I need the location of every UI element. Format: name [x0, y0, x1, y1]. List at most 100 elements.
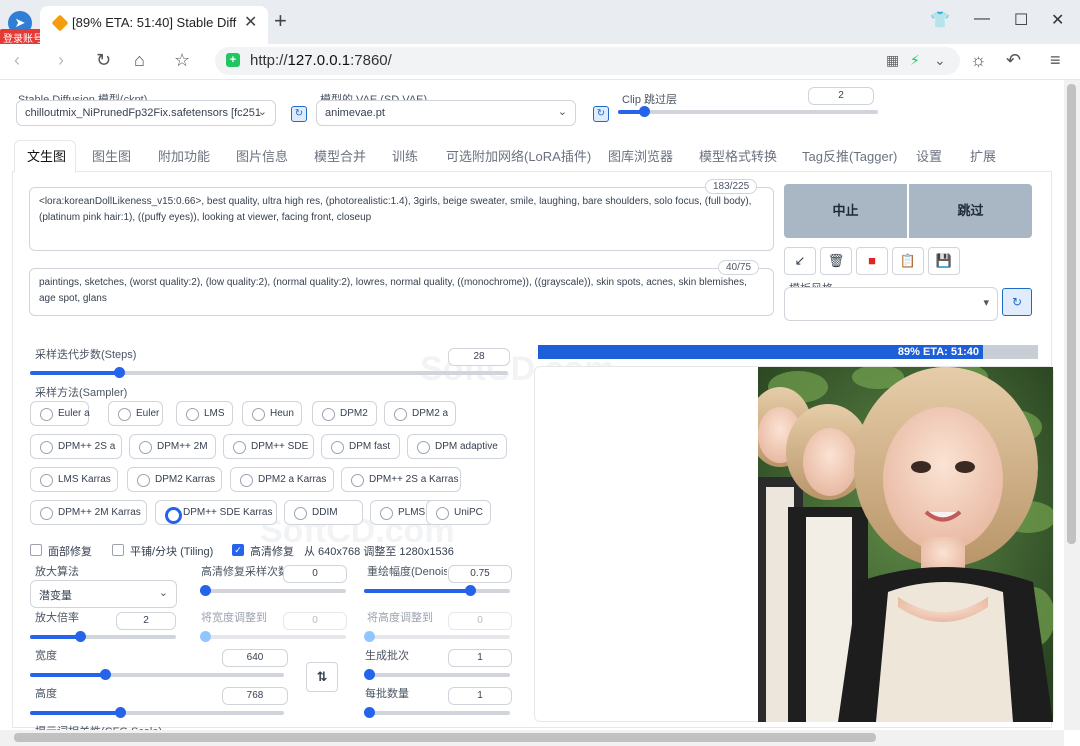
undo-icon[interactable]: ↶: [1006, 50, 1021, 71]
slider-thumb[interactable]: [639, 106, 650, 117]
shirt-icon[interactable]: 👕: [930, 10, 950, 30]
vae-select[interactable]: animevae.pt ⌄: [316, 100, 576, 126]
upscaler-select[interactable]: 潜变量 ⌄: [30, 580, 177, 608]
sampler-option[interactable]: LMS: [176, 401, 233, 426]
tab-img2img[interactable]: 图生图: [92, 146, 131, 165]
tab-extensions[interactable]: 扩展: [970, 146, 996, 165]
lightning-icon[interactable]: ⚡: [910, 52, 920, 69]
batch-count-input[interactable]: 1: [448, 649, 512, 667]
sampler-option[interactable]: Heun: [242, 401, 302, 426]
denoise-slider[interactable]: [364, 585, 510, 596]
styles-select[interactable]: ▾: [784, 287, 998, 321]
save-style-icon[interactable]: 💾: [928, 247, 960, 275]
secure-shield-icon[interactable]: +: [226, 53, 240, 67]
sampler-option[interactable]: DPM++ 2M Karras: [30, 500, 147, 525]
hires-steps-input[interactable]: 0: [283, 565, 347, 583]
hires-steps-slider[interactable]: [200, 585, 346, 596]
skip-button[interactable]: 跳过: [909, 184, 1032, 238]
menu-icon[interactable]: ≡: [1050, 50, 1061, 71]
upscale-by-input[interactable]: 2: [116, 612, 176, 630]
url-text[interactable]: http://127.0.0.1:7860/: [250, 52, 392, 69]
sampler-option[interactable]: Euler a: [30, 401, 90, 426]
refresh-vae-icon[interactable]: ↻: [593, 106, 609, 122]
sampler-option[interactable]: DPM++ 2M: [129, 434, 216, 459]
width-slider[interactable]: [30, 669, 284, 680]
face-restore-checkbox[interactable]: [30, 544, 42, 556]
minimize-icon[interactable]: —: [974, 10, 990, 28]
slider-thumb[interactable]: [364, 631, 375, 642]
close-window-icon[interactable]: ✕: [1051, 10, 1064, 30]
slider-thumb[interactable]: [364, 669, 375, 680]
vertical-scroll-thumb[interactable]: [1067, 84, 1076, 544]
refresh-ckpt-icon[interactable]: ↻: [291, 106, 307, 122]
trash-icon[interactable]: 🗑: [820, 247, 852, 275]
height-input[interactable]: 768: [222, 687, 288, 705]
batch-count-slider[interactable]: [364, 669, 510, 680]
hires-fix-checkbox[interactable]: ✓: [232, 544, 244, 556]
width-input[interactable]: 640: [222, 649, 288, 667]
batch-size-input[interactable]: 1: [448, 687, 512, 705]
sampler-option[interactable]: DPM++ SDE Karras: [155, 500, 277, 525]
denoise-input[interactable]: 0.75: [448, 565, 512, 583]
bookmark-star-icon[interactable]: ☆: [174, 50, 190, 71]
sampler-option[interactable]: LMS Karras: [30, 467, 118, 492]
home-icon[interactable]: ⌂: [134, 50, 145, 71]
resize-width-input[interactable]: 0: [283, 612, 347, 630]
slider-thumb[interactable]: [100, 669, 111, 680]
tab-extras[interactable]: 附加功能: [158, 146, 210, 165]
positive-prompt-textarea[interactable]: <lora:koreanDollLikeness_v15:0.66>, best…: [29, 187, 774, 251]
reload-icon[interactable]: ↻: [96, 50, 111, 71]
refresh-styles-icon[interactable]: ↻: [1002, 288, 1032, 316]
batch-size-slider[interactable]: [364, 707, 510, 718]
slider-thumb[interactable]: [114, 367, 125, 378]
slider-thumb[interactable]: [200, 585, 211, 596]
clip-skip-input[interactable]: 2: [808, 87, 874, 105]
resize-height-input[interactable]: 0: [448, 612, 512, 630]
steps-input[interactable]: 28: [448, 348, 510, 366]
clip-skip-slider[interactable]: [618, 106, 878, 117]
sampler-option[interactable]: DPM fast: [321, 434, 400, 459]
sampler-option[interactable]: DPM2 a Karras: [230, 467, 334, 492]
extra-networks-icon[interactable]: ■: [856, 247, 888, 275]
back-icon[interactable]: ‹: [14, 50, 20, 71]
sampler-option[interactable]: DPM++ 2S a Karras: [341, 467, 461, 492]
sampler-option[interactable]: DPM adaptive: [407, 434, 507, 459]
sampler-option[interactable]: DPM2 Karras: [127, 467, 222, 492]
slider-thumb[interactable]: [465, 585, 476, 596]
sampler-option[interactable]: Euler: [108, 401, 163, 426]
forward-icon[interactable]: ›: [58, 50, 64, 71]
negative-prompt-textarea[interactable]: paintings, sketches, (worst quality:2), …: [29, 268, 774, 316]
steps-slider[interactable]: [30, 367, 508, 378]
slider-thumb[interactable]: [200, 631, 211, 642]
resize-width-slider[interactable]: [200, 631, 346, 642]
tab-train[interactable]: 训练: [392, 146, 418, 165]
sampler-option[interactable]: DPM2: [312, 401, 377, 426]
tab-png-info[interactable]: 图片信息: [236, 146, 288, 165]
height-slider[interactable]: [30, 707, 284, 718]
sampler-option[interactable]: DPM++ SDE: [223, 434, 314, 459]
tab-model-converter[interactable]: 模型格式转换: [699, 146, 777, 165]
ckpt-select[interactable]: chilloutmix_NiPrunedFp32Fix.safetensors …: [16, 100, 276, 126]
maximize-icon[interactable]: ☐: [1014, 10, 1028, 30]
tab-checkpoint-merger[interactable]: 模型合并: [314, 146, 366, 165]
resize-height-slider[interactable]: [364, 631, 510, 642]
slider-thumb[interactable]: [364, 707, 375, 718]
tab-additional-networks[interactable]: 可选附加网络(LoRA插件): [446, 146, 591, 165]
sampler-option[interactable]: DPM++ 2S a: [30, 434, 122, 459]
read-params-icon[interactable]: ↙: [784, 247, 816, 275]
swap-dimensions-icon[interactable]: ⇅: [306, 662, 338, 692]
horizontal-scroll-thumb[interactable]: [14, 733, 876, 742]
sampler-option[interactable]: DPM2 a: [384, 401, 456, 426]
generated-image[interactable]: [758, 367, 1053, 722]
tab-tagger[interactable]: Tag反推(Tagger): [802, 146, 897, 165]
qr-code-icon[interactable]: ▦: [886, 52, 899, 69]
sampler-option[interactable]: UniPC: [426, 500, 491, 525]
tiling-checkbox[interactable]: [112, 544, 124, 556]
brightness-icon[interactable]: ☼: [970, 50, 987, 71]
sampler-option[interactable]: DDIM: [284, 500, 363, 525]
clipboard-icon[interactable]: 📋: [892, 247, 924, 275]
tab-close-icon[interactable]: ✕: [244, 12, 257, 32]
interrupt-button[interactable]: 中止: [784, 184, 907, 238]
tab-txt2img[interactable]: 文生图: [27, 146, 66, 165]
new-tab-icon[interactable]: +: [274, 8, 287, 34]
